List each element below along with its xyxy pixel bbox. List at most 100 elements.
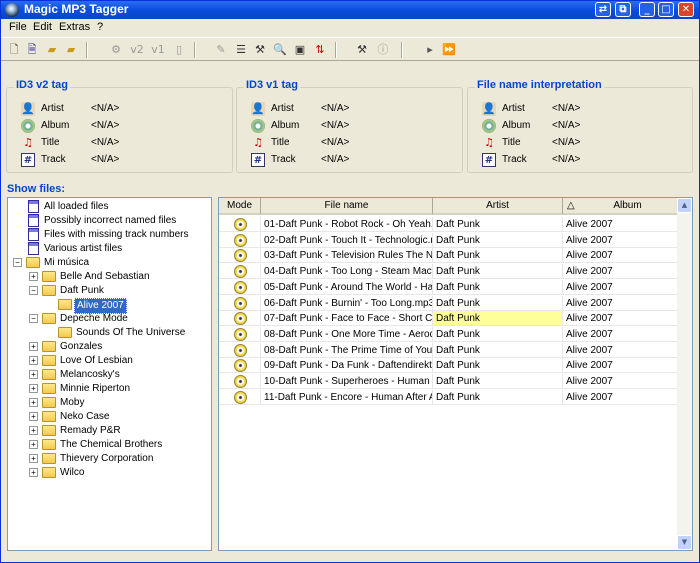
open-folder-icon[interactable]: ▰ (44, 41, 60, 58)
filter-item[interactable]: Possibly incorrect named files (8, 214, 208, 228)
filter-item[interactable]: Various artist files (8, 242, 208, 256)
title-bar[interactable]: Magic MP3 Tagger ⇄ ⧉ _ □ ✕ (1, 1, 699, 19)
scroll-up-icon[interactable]: ▲ (677, 198, 692, 213)
expand-icon[interactable]: + (29, 412, 38, 421)
help-caption-button[interactable]: ⇄ (595, 2, 611, 17)
document-icon[interactable]: 🗎 (24, 41, 40, 58)
filename-column-header[interactable]: File name (261, 198, 433, 215)
table-row[interactable]: 09-Daft Punk - Da Funk - Daftendirekt.n D… (219, 358, 692, 374)
expand-icon[interactable]: + (29, 342, 38, 351)
search-icon[interactable]: 🔍 (272, 41, 288, 58)
maximize-button[interactable]: □ (658, 2, 674, 17)
menu-extras[interactable]: Extras (59, 21, 90, 33)
tree-folder[interactable]: + Thievery Corporation (8, 452, 208, 466)
mode-column-header[interactable]: Mode (219, 198, 261, 215)
play-icon[interactable]: ▸ (422, 41, 438, 58)
info-icon[interactable]: ⓘ (375, 41, 391, 58)
tree-folder[interactable]: + Neko Case (8, 410, 208, 424)
tree-folder[interactable]: + Minnie Riperton (8, 382, 208, 396)
expand-icon[interactable]: + (29, 272, 38, 281)
table-row[interactable]: 08-Daft Punk - One More Time - Aerody Daf… (219, 326, 692, 342)
folder-tree[interactable]: All loaded files Possibly incorrect named… (7, 197, 212, 551)
app-icon[interactable] (5, 3, 19, 17)
tree-folder-label: Belle And Sebastian (60, 271, 150, 282)
table-row[interactable]: 06-Daft Punk - Burnin' - Too Long.mp3 Daf… (219, 295, 692, 311)
tree-folder[interactable]: + Wilco (8, 466, 208, 480)
collapse-icon[interactable]: − (29, 286, 38, 295)
file-table[interactable]: Mode File name Artist △ Album 01-Daft Punk - … (218, 197, 693, 551)
collapse-icon[interactable]: − (13, 258, 22, 267)
tree-folder[interactable]: + Melancosky's (8, 368, 208, 382)
collapse-icon[interactable]: − (29, 314, 38, 323)
blank-page-icon[interactable]: ▯ (171, 41, 187, 58)
open-folder-icon (42, 285, 56, 296)
artist-cell: Daft Punk (433, 311, 563, 327)
gear-icon[interactable]: ⚙ (108, 41, 124, 58)
scroll-down-icon[interactable]: ▼ (677, 535, 692, 550)
expand-icon[interactable]: + (29, 384, 38, 393)
folders-icon[interactable]: ▰ (63, 41, 79, 58)
restore-tray-icon[interactable]: ⧉ (615, 2, 631, 17)
sort-ascending-icon[interactable]: △ (567, 198, 575, 214)
fast-forward-icon[interactable]: ⏩ (441, 41, 457, 58)
expand-icon[interactable]: + (29, 370, 38, 379)
table-row[interactable]: 01-Daft Punk - Robot Rock - Oh Yeah.r Daf… (219, 217, 692, 232)
mode-cell (219, 264, 261, 280)
expand-icon[interactable]: + (29, 356, 38, 365)
tree-folder[interactable]: + Love Of Lesbian (8, 354, 208, 368)
tree-folder[interactable]: + Moby (8, 396, 208, 410)
field-value: <N/A> (552, 103, 581, 114)
folder-icon (26, 257, 40, 268)
table-row[interactable]: 10-Daft Punk - Superheroes - Human Af Daf… (219, 374, 692, 389)
tools-icon[interactable]: ⚒ (252, 41, 268, 58)
album-column-header[interactable]: △ Album (563, 198, 692, 215)
tree-folder[interactable]: + Remady P&R (8, 424, 208, 438)
filter-item[interactable]: All loaded files (8, 200, 208, 214)
close-button[interactable]: ✕ (678, 2, 694, 17)
filter-item[interactable]: Files with missing track numbers (8, 228, 208, 242)
table-scrollbar[interactable]: ▲ ▼ (677, 198, 692, 550)
sort-az-icon[interactable]: ⇅ (312, 41, 328, 58)
table-row[interactable]: 02-Daft Punk - Touch It - Technologic.n D… (219, 232, 692, 248)
expand-icon[interactable]: + (29, 440, 38, 449)
rename-icon[interactable]: ☰ (233, 41, 249, 58)
panel-field-row: # Track <N/A> (12, 153, 212, 169)
menu-file[interactable]: File (9, 21, 27, 33)
id3v1-panel-title: ID3 v1 tag (244, 79, 300, 91)
table-row[interactable]: 11-Daft Punk - Encore - Human After All D… (219, 389, 692, 405)
expand-icon[interactable]: + (29, 398, 38, 407)
table-row[interactable]: 03-Daft Punk - Television Rules The Na Da… (219, 248, 692, 264)
hammer-icon[interactable]: ⚒ (354, 41, 370, 58)
tree-folder[interactable]: − Depeche Mode (8, 312, 208, 326)
tree-folder-label: Minnie Riperton (60, 383, 131, 394)
expand-icon[interactable]: + (29, 426, 38, 435)
artist-column-header[interactable]: Artist (433, 198, 563, 215)
filter-label: All loaded files (44, 201, 109, 212)
menu-help[interactable]: ? (97, 21, 103, 33)
edit-tag-icon[interactable]: ▣ (292, 41, 308, 58)
tag-v1-button[interactable]: v1 (149, 41, 167, 58)
tree-subfolder[interactable]: Sounds Of The Universe (8, 326, 208, 340)
table-row[interactable]: 08-Daft Punk - The Prime Time of Your lD… (219, 342, 692, 358)
track-icon: # (482, 153, 496, 167)
new-file-icon[interactable]: 🗋 (6, 41, 22, 58)
menu-edit[interactable]: Edit (33, 21, 52, 33)
tree-folder[interactable]: − Daft Punk (8, 284, 208, 298)
tree-folder[interactable]: + Belle And Sebastian (8, 270, 208, 284)
table-row[interactable]: 04-Daft Punk - Too Long - Steam Mach Daft… (219, 264, 692, 280)
expand-icon[interactable]: + (29, 468, 38, 477)
tree-root[interactable]: − Mi música (8, 256, 208, 270)
mode-cell (219, 374, 261, 389)
pencil-icon[interactable]: ✎ (213, 41, 229, 58)
tag-v2-button[interactable]: v2 (128, 41, 146, 58)
minimize-button[interactable]: _ (639, 2, 655, 17)
table-row[interactable]: 05-Daft Punk - Around The World - Harc Da… (219, 279, 692, 295)
tree-folder[interactable]: + Gonzales (8, 340, 208, 354)
album-cell: Alive 2007 (563, 358, 692, 374)
expand-icon[interactable]: + (29, 454, 38, 463)
tree-subfolder[interactable]: Alive 2007 (8, 298, 208, 314)
show-files-label: Show files: (7, 183, 66, 195)
mode-cell (219, 279, 261, 295)
table-row[interactable]: 07-Daft Punk - Face to Face - Short Circ… (219, 311, 692, 327)
tree-folder[interactable]: + The Chemical Brothers (8, 438, 208, 452)
